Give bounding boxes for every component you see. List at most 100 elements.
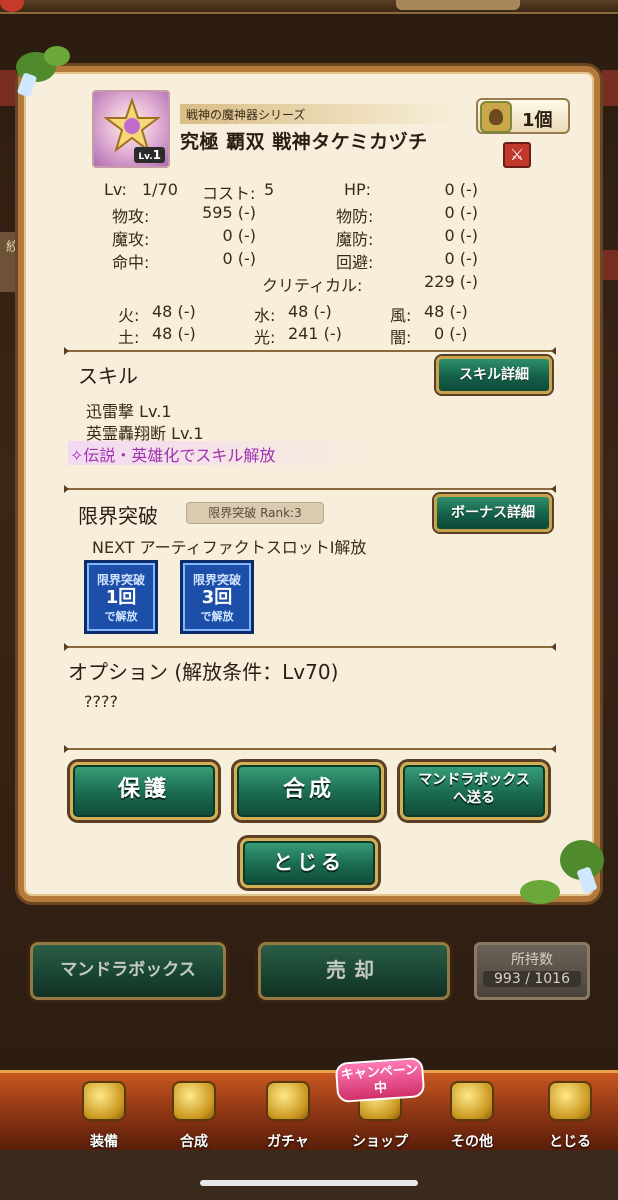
bonus-detail-button[interactable]: ボーナス詳細: [434, 494, 552, 532]
skill-unlock-note: ✧伝説・英雄化でスキル解放: [68, 441, 388, 465]
skill-item-1: 迅雷撃 Lv.1: [86, 402, 172, 421]
item-thumbnail: Lv.1: [92, 90, 170, 168]
send-button-line2: へ送る: [453, 790, 495, 806]
limit-break-rank: 限界突破 Rank:3: [186, 502, 324, 524]
nav-close[interactable]: とじる: [530, 1081, 610, 1151]
top-status-indicator: [0, 0, 24, 12]
stat-pdef-label: 物防:: [336, 207, 374, 226]
section-divider: [64, 347, 556, 355]
send-to-mandrabox-button[interactable]: マンドラボックス へ送る: [400, 762, 548, 820]
home-indicator[interactable]: [200, 1180, 418, 1186]
element-fire-value: 48 (-): [152, 302, 196, 321]
limit-break-title: 限界突破: [78, 504, 158, 528]
stat-hit-value: 0 (-): [222, 249, 256, 268]
nav-gacha-label: ガチャ: [267, 1134, 309, 1150]
stat-hp-label: HP:: [344, 180, 372, 199]
stat-lv-label: Lv:: [104, 180, 127, 199]
nav-combine[interactable]: 合成: [154, 1081, 234, 1151]
stat-crit-label: クリティカル:: [262, 276, 363, 295]
campaign-badge: キャンペーン中: [334, 1056, 426, 1104]
stat-hp-value: 0 (-): [444, 180, 478, 199]
level-badge: Lv.1: [134, 147, 165, 163]
nav-shop-label: ショップ: [352, 1134, 408, 1150]
gacha-icon: [266, 1081, 310, 1121]
system-bottom-bar: [0, 1150, 618, 1200]
stat-patk-value: 595 (-): [202, 203, 256, 222]
item-count: 1個: [476, 98, 570, 134]
badge-1-line3: で解放: [104, 610, 138, 623]
mandrabox-button[interactable]: マンドラボックス: [30, 942, 226, 1000]
stat-eva-value: 0 (-): [444, 249, 478, 268]
section-divider: [64, 745, 556, 753]
stat-pdef-value: 0 (-): [444, 203, 478, 222]
section-divider: [64, 485, 556, 493]
mandragora-icon: [480, 101, 512, 133]
skill-detail-button[interactable]: スキル詳細: [436, 356, 552, 394]
vine-leaf-bottom-right: [520, 880, 560, 904]
badge-1-line2: 1回: [105, 587, 137, 608]
badge-2-line2: 3回: [201, 587, 233, 608]
nav-other-label: その他: [451, 1134, 493, 1150]
element-wind-value: 48 (-): [424, 302, 468, 321]
option-value: ????: [84, 692, 118, 711]
stat-matk-label: 魔攻:: [112, 230, 150, 249]
section-divider: [64, 643, 556, 651]
level-badge-prefix: Lv.: [138, 152, 153, 162]
element-water-label: 水:: [254, 306, 276, 325]
badge-2-line3: で解放: [200, 610, 234, 623]
element-dark-label: 闇:: [390, 328, 412, 347]
item-count-value: 1個: [522, 110, 553, 131]
skill-section-title: スキル: [78, 364, 138, 388]
series-label: 戦神の魔神器シリーズ: [180, 104, 456, 124]
hammer-icon: [172, 1081, 216, 1121]
stat-cost-label: コスト:: [202, 184, 256, 203]
stat-lv-value: 1/70: [142, 180, 178, 199]
stat-patk-label: 物攻:: [112, 207, 150, 226]
element-light-value: 241 (-): [288, 324, 342, 343]
nav-combine-label: 合成: [180, 1134, 208, 1150]
element-dark-value: 0 (-): [434, 324, 468, 343]
element-fire-label: 火:: [118, 306, 140, 325]
element-earth-label: 土:: [118, 328, 140, 347]
element-earth-value: 48 (-): [152, 324, 196, 343]
gear-icon: [450, 1081, 494, 1121]
nav-gacha[interactable]: ガチャ: [248, 1081, 328, 1151]
stat-mdef-label: 魔防:: [336, 230, 374, 249]
level-badge-value: 1: [152, 148, 161, 162]
stat-mdef-value: 0 (-): [444, 226, 478, 245]
limit-break-next: NEXT アーティファクトスロットⅠ解放: [92, 538, 367, 557]
combine-button-label: 合成: [282, 777, 335, 802]
fire-weapon-icon: ⚔: [503, 142, 531, 168]
background-strip-right: [602, 70, 618, 106]
close-panel-button[interactable]: とじる: [240, 838, 378, 888]
stat-matk-value: 0 (-): [222, 226, 256, 245]
stat-hit-label: 命中:: [112, 253, 150, 272]
vine-leaf-top-left: [44, 46, 70, 66]
send-button-line1: マンドラボックス: [418, 772, 530, 788]
element-light-label: 光:: [254, 328, 276, 347]
bottom-navigation: 装備 合成 ガチャ ショップ その他 とじる: [0, 1070, 618, 1150]
nav-equipment[interactable]: 装備: [64, 1081, 144, 1151]
nav-other[interactable]: その他: [432, 1081, 512, 1151]
element-wind-label: 風:: [390, 306, 412, 325]
limit-break-badge-1: 限界突破 1回 で解放: [84, 560, 158, 634]
background-strip-left: [0, 70, 16, 106]
nav-close-label: とじる: [549, 1134, 591, 1150]
owned-count-label: 所持数: [511, 952, 553, 968]
protect-button-label: 保護: [117, 777, 170, 802]
owned-count: 所持数 993 / 1016: [474, 942, 590, 1000]
owned-count-value: 993 / 1016: [483, 971, 581, 987]
stat-cost-value: 5: [264, 180, 275, 199]
element-water-value: 48 (-): [288, 302, 332, 321]
badge-1-line1: 限界突破: [96, 573, 145, 587]
item-name: 究極 覇双 戦神タケミカヅチ: [180, 131, 428, 153]
sell-button[interactable]: 売却: [258, 942, 450, 1000]
badge-2-line1: 限界突破: [192, 573, 241, 587]
stat-crit-value: 229 (-): [424, 272, 478, 291]
combine-button[interactable]: 合成: [234, 762, 384, 820]
top-bar: [0, 0, 618, 14]
protect-button[interactable]: 保護: [70, 762, 218, 820]
close-panel-label: とじる: [273, 850, 345, 874]
stat-eva-label: 回避:: [336, 253, 374, 272]
close-icon: [548, 1081, 592, 1121]
